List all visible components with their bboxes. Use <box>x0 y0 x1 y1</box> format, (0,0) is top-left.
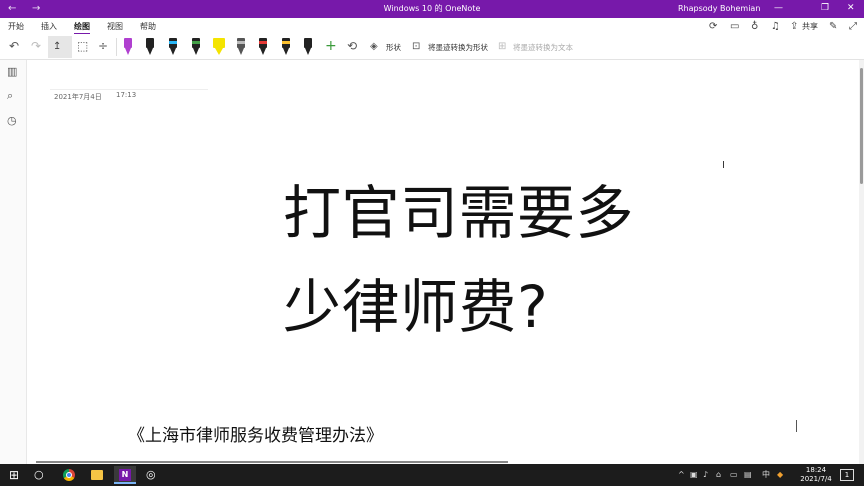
share-icon[interactable]: ⇪ <box>790 21 798 32</box>
vertical-scrollbar[interactable] <box>859 60 864 464</box>
onenote-icon: N <box>119 469 131 481</box>
cortana-icon[interactable]: ○ <box>34 468 44 482</box>
add-space-icon[interactable]: ÷ <box>98 40 108 53</box>
type-select-button[interactable]: ↥ <box>48 36 72 58</box>
pen-highlighter-yellow[interactable] <box>212 38 226 56</box>
note-title-line-1[interactable]: 打官司需要多 <box>283 180 634 246</box>
taskbar-chrome[interactable] <box>58 466 80 484</box>
notification-center-button[interactable]: 1 <box>840 469 854 481</box>
pen-black-2[interactable] <box>303 38 313 56</box>
page-date: 2021年7月4日 <box>54 93 102 101</box>
windows-taskbar: ⊞ ○ N ◎ ^ ▣ ♪ ⌂ ▭ ▤ 中 ◆ 18:24 2021/7/4 1 <box>0 464 864 486</box>
ink-to-text-icon[interactable]: ⊞ <box>498 40 506 53</box>
notebooks-icon[interactable]: ▥ <box>7 66 17 78</box>
horizontal-rule <box>36 461 508 463</box>
bell-icon[interactable]: ♫ <box>771 21 780 32</box>
page-canvas[interactable]: 2021年7月4日 17:13 打官司需要多 少律师费? 《上海市律师服务收费管… <box>28 60 860 464</box>
pen-cyan[interactable] <box>168 38 178 56</box>
ribbon-tabs: 开始 插入 绘图 视图 帮助 ⟳ ▭ ♁ ♫ ⇪ 共享 ✎ ⤢ <box>0 18 864 35</box>
restore-button[interactable]: ❐ <box>821 3 829 14</box>
tab-insert[interactable]: 插入 <box>41 22 57 32</box>
pen-mode-icon[interactable]: ✎ <box>829 21 837 32</box>
taskbar-onenote[interactable]: N <box>114 466 136 484</box>
text-select-icon: ↥ <box>53 41 62 52</box>
tray-app-icon[interactable]: ▣ <box>690 470 698 480</box>
notebook-icon[interactable]: ▭ <box>730 21 739 32</box>
recent-icon[interactable]: ◷ <box>7 115 17 127</box>
close-button[interactable]: ✕ <box>847 3 855 14</box>
tab-view[interactable]: 视图 <box>107 22 123 32</box>
folder-icon <box>91 470 103 480</box>
tab-help[interactable]: 帮助 <box>140 22 156 32</box>
clock-date: 2021/7/4 <box>800 475 832 483</box>
onenote-window: ← → Windows 10 的 OneNote Rhapsody Bohemi… <box>0 0 864 486</box>
pen-highlighter-purple[interactable] <box>123 38 133 56</box>
note-title-line-2[interactable]: 少律师费? <box>283 274 548 340</box>
text-caret <box>796 420 797 432</box>
account-name[interactable]: Rhapsody Bohemian <box>678 4 760 14</box>
toolbar-divider <box>116 38 117 56</box>
left-navigation: ▥ ⌕ ◷ <box>0 60 27 464</box>
ink-to-text-button[interactable]: 将墨迹转换为文本 <box>513 43 573 52</box>
taskbar-clock[interactable]: 18:24 2021/7/4 <box>800 466 832 484</box>
pen-yellow[interactable] <box>281 38 291 56</box>
add-pen-icon[interactable]: + <box>325 39 337 53</box>
note-subtitle[interactable]: 《上海市律师服务收费管理办法》 <box>128 426 383 446</box>
ink-to-shape-button[interactable]: 将墨迹转换为形状 <box>428 43 488 52</box>
lasso-select-icon[interactable]: ⬚ <box>77 40 88 53</box>
redo-icon[interactable]: ↷ <box>31 40 41 53</box>
shapes-button[interactable]: 形状 <box>386 43 401 52</box>
title-bar: ← → Windows 10 的 OneNote Rhapsody Bohemi… <box>0 0 864 18</box>
lightbulb-icon[interactable]: ♁ <box>751 21 758 32</box>
minimize-button[interactable]: — <box>774 3 783 14</box>
expand-icon[interactable]: ⤢ <box>849 21 857 32</box>
page-time: 17:13 <box>116 91 137 99</box>
pen-gray[interactable] <box>236 38 246 56</box>
draw-toolbar: ↶ ↷ ↥ ⬚ ÷ + ⟲ ◈ 形状 ⊡ 将墨迹转换为形状 ⊞ 将墨迹转换为文本 <box>0 34 864 60</box>
clock-time: 18:24 <box>805 466 827 474</box>
windows-start-icon[interactable]: ⊞ <box>9 468 19 482</box>
pen-black-1[interactable] <box>145 38 155 56</box>
text-cursor-icon: Ι <box>722 160 725 171</box>
tab-home[interactable]: 开始 <box>8 22 24 32</box>
ink-to-shape-icon[interactable]: ⊡ <box>412 40 420 53</box>
tray-display-icon[interactable]: ▤ <box>744 470 752 480</box>
pen-red[interactable] <box>258 38 268 56</box>
scrollbar-thumb[interactable] <box>860 68 863 184</box>
shapes-icon[interactable]: ◈ <box>370 40 378 53</box>
tray-overflow-icon[interactable]: ^ <box>678 470 685 480</box>
taskbar-explorer[interactable] <box>86 466 108 484</box>
sync-icon[interactable]: ⟳ <box>709 21 717 32</box>
undo-icon[interactable]: ↶ <box>9 40 19 53</box>
notification-count: 1 <box>844 471 850 479</box>
ime-indicator[interactable]: 中 <box>762 470 770 480</box>
tab-draw[interactable]: 绘图 <box>74 22 90 35</box>
pen-green[interactable] <box>191 38 201 56</box>
page-title-underline <box>50 89 208 90</box>
ime-tool-icon[interactable]: ◆ <box>777 470 783 480</box>
share-button[interactable]: 共享 <box>802 22 818 32</box>
network-icon[interactable]: ⌂ <box>716 470 721 480</box>
search-icon[interactable]: ⌕ <box>7 90 13 102</box>
taskbar-app-icon[interactable]: ◎ <box>146 468 156 482</box>
battery-icon[interactable]: ▭ <box>730 470 738 480</box>
chrome-icon-center <box>66 472 72 478</box>
ruler-icon[interactable]: ⟲ <box>347 40 357 53</box>
volume-icon[interactable]: ♪ <box>703 470 708 480</box>
